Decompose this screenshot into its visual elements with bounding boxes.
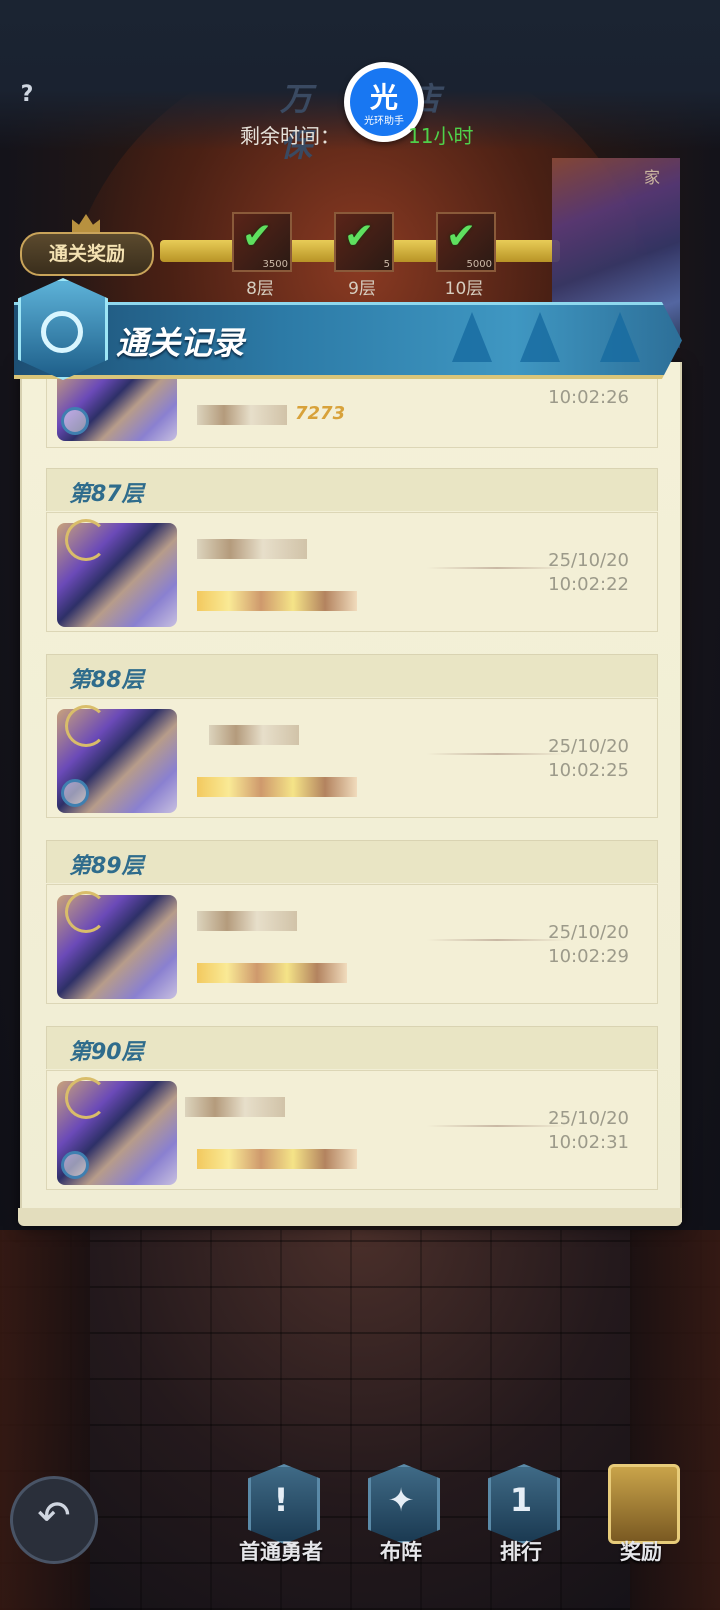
reward-chest-9[interactable]: ✔ 5: [334, 212, 394, 272]
divider: [427, 753, 567, 755]
ranking-glyph: 1: [509, 1481, 533, 1519]
record-datetime: 25/10/20 10:02:25: [548, 735, 629, 783]
record-row[interactable]: 25/10/20 10:02:31: [46, 1070, 658, 1190]
nav-label: 排行: [500, 1540, 542, 1564]
check-icon: ✔: [344, 216, 375, 257]
record-date: 25/10/20: [548, 1108, 629, 1129]
portrait-label: 家: [644, 168, 661, 187]
magnifier-icon[interactable]: [61, 1151, 89, 1179]
ranking-icon: 1: [488, 1464, 560, 1544]
timer-value: 11小时: [408, 124, 474, 148]
record-row[interactable]: 25/10/20 10:02:22: [46, 512, 658, 632]
blurred-power: [197, 777, 357, 797]
reward-floor-label: 8层: [246, 279, 274, 299]
divider: [427, 1125, 567, 1127]
blurred-name: [185, 1097, 285, 1117]
record-banner: [14, 302, 682, 379]
record-time: 10:02:29: [548, 946, 629, 967]
gift-icon: [608, 1464, 680, 1544]
halo-icon: [65, 519, 107, 561]
reward-chest-10[interactable]: ✔ 5000: [436, 212, 496, 272]
record-date: 25/10/20: [548, 736, 629, 757]
avatar[interactable]: [57, 705, 177, 813]
floor-label: 第88层: [69, 668, 144, 693]
record-title: 通关记录: [116, 324, 245, 362]
record-date: 25/10/20: [548, 550, 629, 571]
record-time: 10:02:26: [548, 387, 629, 408]
record-datetime: 25/10/20 10:02:29: [548, 921, 629, 969]
reward-label: 通关奖励: [20, 232, 154, 276]
blurred-name: [197, 911, 297, 931]
back-arrow-icon: ↶: [37, 1493, 71, 1539]
remaining-time: 剩余时间： 11小时: [240, 120, 473, 149]
avatar[interactable]: [57, 519, 177, 627]
halo-icon: [65, 891, 107, 933]
timer-label: 剩余时间：: [240, 124, 340, 148]
reward-count: 5: [383, 259, 390, 270]
exclamation-glyph: !: [273, 1481, 289, 1519]
divider: [427, 567, 567, 569]
blurred-name: [197, 539, 307, 559]
record-header: 第90层: [46, 1026, 658, 1069]
power-value: 7273: [295, 403, 346, 424]
avatar[interactable]: [57, 1077, 177, 1185]
shield-icon: ✦: [368, 1464, 440, 1544]
reward-chest-8[interactable]: ✔ 3500: [232, 212, 292, 272]
record-header: 第89层: [46, 840, 658, 883]
floor-label: 第87层: [69, 482, 144, 507]
logo-glyph: 光: [369, 81, 398, 114]
record-row[interactable]: 25/10/20 10:02:25: [46, 698, 658, 818]
emblem-ring: [41, 311, 83, 353]
record-emblem-icon: [18, 278, 108, 380]
blurred-power: [197, 963, 347, 983]
magnifier-icon[interactable]: [61, 407, 89, 435]
record-datetime: 25/10/20 10:02:31: [548, 1107, 629, 1155]
record-time: 10:02:22: [548, 574, 629, 595]
divider: [427, 939, 567, 941]
record-header: 第88层: [46, 654, 658, 697]
halo-icon: [65, 1077, 107, 1119]
nav-label: 奖励: [620, 1540, 662, 1564]
panel-bottom-edge: [18, 1208, 682, 1226]
record-row-partial[interactable]: 7273 10:02:26: [46, 369, 658, 448]
record-row[interactable]: 25/10/20 10:02:29: [46, 884, 658, 1004]
nav-first-clear-hero[interactable]: ! 首通勇者: [236, 1464, 326, 1594]
blurred-name: [197, 405, 287, 425]
nav-label: 首通勇者: [239, 1540, 323, 1564]
record-time: 10:02:25: [548, 760, 629, 781]
back-button[interactable]: ↶: [10, 1476, 98, 1564]
reward-count: 3500: [262, 259, 288, 270]
floor-label: 第89层: [69, 854, 144, 879]
reward-count: 5000: [466, 259, 492, 270]
blurred-power: [197, 591, 357, 611]
floor-label: 第90层: [69, 1040, 144, 1065]
nav-label: 布阵: [380, 1540, 422, 1564]
reward-floor-label: 9层: [348, 279, 376, 299]
blurred-power: [197, 1149, 357, 1169]
record-header: 第87层: [46, 468, 658, 511]
record-datetime: 25/10/20 10:02:22: [548, 549, 629, 597]
nav-formation[interactable]: ✦ 布阵: [356, 1464, 446, 1594]
shield-glyph: ✦: [387, 1481, 415, 1519]
nav-ranking[interactable]: 1 排行: [476, 1464, 566, 1594]
record-time: 10:02:31: [548, 1132, 629, 1153]
check-icon: ✔: [242, 216, 273, 257]
avatar[interactable]: [57, 891, 177, 999]
magnifier-icon[interactable]: [61, 779, 89, 807]
check-icon: ✔: [446, 216, 477, 257]
halo-icon: [65, 705, 107, 747]
help-button[interactable]: ?: [14, 82, 40, 108]
record-date: 25/10/20: [548, 922, 629, 943]
exclamation-icon: !: [248, 1464, 320, 1544]
nav-rewards[interactable]: 奖励: [596, 1464, 686, 1594]
reward-floor-label: 10层: [444, 279, 484, 299]
blurred-name: [209, 725, 299, 745]
avatar[interactable]: [57, 369, 177, 441]
